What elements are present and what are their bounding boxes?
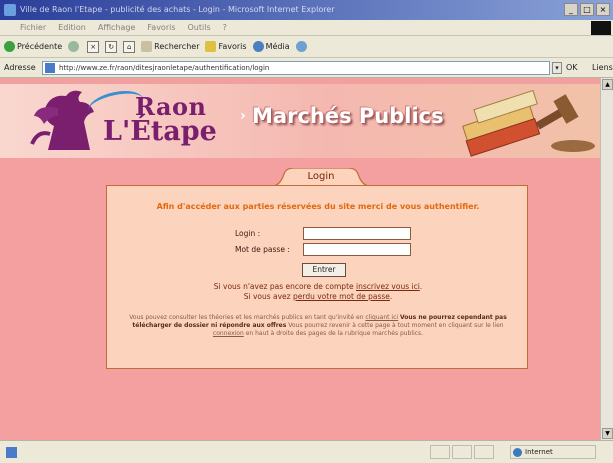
back-button[interactable]: Précédente bbox=[4, 41, 62, 52]
signup-suffix: . bbox=[419, 282, 423, 291]
books-gavel-illustration bbox=[462, 89, 595, 157]
favorites-star-icon bbox=[205, 41, 217, 52]
search-button[interactable]: Rechercher bbox=[141, 41, 199, 52]
favorites-button[interactable]: Favoris bbox=[205, 41, 247, 52]
guest-link[interactable]: cliquant ici bbox=[365, 314, 398, 321]
refresh-button[interactable]: ↻ bbox=[105, 40, 118, 53]
forward-button[interactable] bbox=[68, 41, 81, 52]
section-title: Marchés Publics bbox=[252, 104, 444, 128]
back-arrow-icon bbox=[4, 41, 15, 52]
window-controls: _ □ × bbox=[564, 3, 610, 16]
signup-line: Si vous n'avez pas encore de compte insc… bbox=[107, 282, 529, 291]
zone-label: Internet bbox=[525, 448, 553, 456]
menu-bar: Fichier Edition Affichage Favoris Outils… bbox=[0, 20, 613, 36]
connexion-link[interactable]: connexion bbox=[213, 330, 244, 337]
status-page-icon bbox=[6, 447, 17, 458]
lost-password-line: Si vous avez perdu votre mot de passe. bbox=[107, 292, 529, 301]
enter-button[interactable]: Entrer bbox=[302, 263, 346, 277]
vertical-scrollbar[interactable]: ▲ ▼ bbox=[600, 78, 613, 440]
address-input[interactable]: http://www.ze.fr/raon/ditesjraonletape/a… bbox=[42, 61, 550, 75]
signup-prefix: Si vous n'avez pas encore de compte bbox=[213, 282, 354, 291]
ie-logo-icon bbox=[4, 4, 16, 16]
lost-password-prefix: Si vous avez bbox=[243, 292, 291, 301]
menu-item-edition[interactable]: Edition bbox=[58, 23, 86, 32]
logo-text-etape: L'Étape bbox=[103, 116, 217, 147]
status-cell bbox=[474, 445, 494, 459]
page-icon bbox=[45, 63, 55, 73]
search-label: Rechercher bbox=[154, 42, 200, 51]
windows-flag-icon bbox=[591, 21, 611, 35]
links-button[interactable]: Liens bbox=[592, 63, 613, 72]
page-viewport: Raon L'Étape › Marchés Publics Login Afi… bbox=[0, 78, 600, 440]
menu-item-affichage[interactable]: Affichage bbox=[98, 23, 136, 32]
guest-info-text: Vous pouvez consulter les théories et le… bbox=[117, 314, 519, 338]
toolbar: Précédente × ↻ ⌂ Rechercher Favoris Médi… bbox=[0, 36, 613, 58]
status-cell bbox=[430, 445, 450, 459]
password-input[interactable] bbox=[303, 243, 411, 256]
scroll-down-arrow-icon[interactable]: ▼ bbox=[602, 428, 613, 439]
window-title: Ville de Raon l'Etape - publicité des ac… bbox=[20, 5, 335, 14]
status-bar: Internet bbox=[0, 440, 613, 463]
tab-login-label: Login bbox=[307, 171, 335, 182]
menu-item-favoris[interactable]: Favoris bbox=[147, 23, 175, 32]
lost-password-suffix: . bbox=[389, 292, 393, 301]
close-button[interactable]: × bbox=[596, 3, 610, 16]
media-button[interactable]: Média bbox=[252, 41, 290, 52]
home-button[interactable]: ⌂ bbox=[123, 40, 136, 53]
stop-button[interactable]: × bbox=[87, 40, 100, 53]
password-label: Mot de passe : bbox=[235, 245, 290, 254]
menu-item-fichier[interactable]: Fichier bbox=[20, 23, 46, 32]
search-icon bbox=[141, 41, 153, 52]
menu-item-outils[interactable]: Outils bbox=[188, 23, 211, 32]
favorites-label: Favoris bbox=[218, 42, 247, 51]
minimize-button[interactable]: _ bbox=[564, 3, 578, 16]
section-arrow-icon: › bbox=[240, 108, 246, 124]
login-panel: Afin d'accéder aux parties réservées du … bbox=[106, 185, 528, 369]
signup-link[interactable]: inscrivez vous ici bbox=[356, 282, 420, 291]
back-label: Précédente bbox=[17, 42, 63, 51]
guest-info-part2: Vous pourrez revenir à cette page à tout… bbox=[288, 322, 504, 329]
security-zone: Internet bbox=[510, 445, 596, 459]
menu-item-help[interactable]: ? bbox=[223, 23, 227, 32]
status-cell bbox=[452, 445, 472, 459]
login-label: Login : bbox=[235, 229, 261, 238]
maximize-button[interactable]: □ bbox=[580, 3, 594, 16]
login-input[interactable] bbox=[303, 227, 411, 240]
forward-arrow-icon bbox=[68, 41, 80, 52]
address-dropdown-button[interactable]: ▾ bbox=[552, 62, 562, 74]
site-header: Raon L'Étape › Marchés Publics bbox=[0, 78, 600, 158]
window-title-bar[interactable]: Ville de Raon l'Etape - publicité des ac… bbox=[0, 0, 613, 20]
lost-password-link[interactable]: perdu votre mot de passe bbox=[293, 292, 390, 301]
address-url: http://www.ze.fr/raon/ditesjraonletape/a… bbox=[59, 64, 270, 72]
globe-icon bbox=[513, 448, 522, 457]
address-label: Adresse bbox=[4, 63, 36, 72]
guest-info-part3: en haut à droite des pages de la rubriqu… bbox=[245, 330, 424, 337]
history-button[interactable] bbox=[295, 41, 309, 52]
address-bar: Adresse http://www.ze.fr/raon/ditesjraon… bbox=[0, 58, 613, 78]
guest-info-part1: Vous pouvez consulter les théories et le… bbox=[129, 314, 364, 321]
history-icon bbox=[295, 41, 307, 52]
media-icon bbox=[252, 41, 264, 52]
scroll-up-arrow-icon[interactable]: ▲ bbox=[602, 79, 613, 90]
go-button[interactable]: OK bbox=[566, 63, 578, 72]
login-intro-text: Afin d'accéder aux parties réservées du … bbox=[156, 202, 480, 211]
media-label: Média bbox=[265, 42, 290, 51]
tab-login[interactable]: Login bbox=[272, 168, 370, 186]
